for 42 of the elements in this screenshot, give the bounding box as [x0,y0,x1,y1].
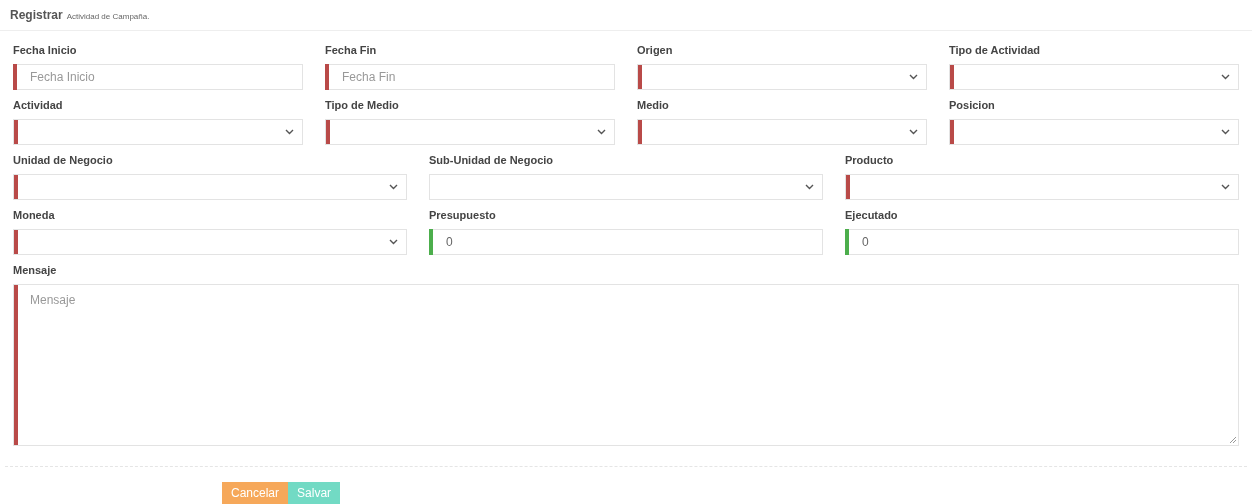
field-label: Mensaje [13,263,57,278]
field-label: Moneda [13,208,55,223]
field-label: Origen [637,43,673,58]
dropdown-field[interactable] [13,174,407,200]
chevron-down-icon [909,74,918,80]
field-label: Unidad de Negocio [13,153,113,168]
dropdown-field[interactable] [845,174,1239,200]
cancel-button[interactable]: Cancelar [222,482,289,504]
dropdown-field[interactable] [637,119,927,145]
message-placeholder: Mensaje [29,292,77,309]
field-label: Ejecutado [845,208,898,223]
resize-handle-icon [1229,436,1236,443]
dropdown-field[interactable] [949,119,1239,145]
field-label: Sub-Unidad de Negocio [429,153,554,168]
chevron-down-icon [909,129,918,135]
page-title: Registrar [10,7,63,24]
chevron-down-icon [285,129,294,135]
dropdown-field[interactable] [637,64,927,90]
field-label: Actividad [13,98,63,113]
dropdown-field[interactable] [325,119,615,145]
chevron-down-icon [389,239,398,245]
field-label: Fecha Fin [325,43,377,58]
dropdown-field[interactable] [13,119,303,145]
field-label: Fecha Inicio [13,43,77,58]
chevron-down-icon [1221,129,1230,135]
field-label: Posicion [949,98,995,113]
chevron-down-icon [805,184,814,190]
chevron-down-icon [1221,184,1230,190]
save-button[interactable]: Salvar [288,482,341,504]
field-label: Producto [845,153,894,168]
dropdown-field[interactable] [13,229,407,255]
chevron-down-icon [389,184,398,190]
dropdown-field[interactable] [429,174,823,200]
message-field[interactable]: Mensaje [13,284,1239,446]
page-subtitle: Actividad de Campaña. [66,11,150,23]
field-label: Tipo de Actividad [949,43,1041,58]
chevron-down-icon [1221,74,1230,80]
dropdown-field[interactable] [949,64,1239,90]
field-label: Tipo de Medio [325,98,399,113]
field-label: Presupuesto [429,208,496,223]
field-label: Medio [637,98,669,113]
chevron-down-icon [597,129,606,135]
